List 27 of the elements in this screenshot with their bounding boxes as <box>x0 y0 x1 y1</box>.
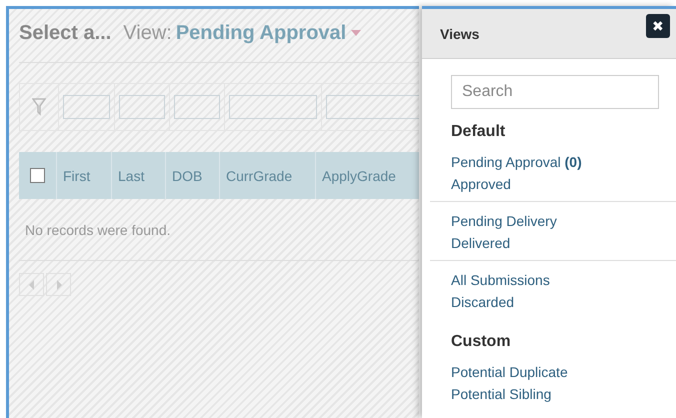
view-link[interactable]: Approved <box>451 173 676 195</box>
select-all-checkbox[interactable] <box>30 168 45 183</box>
empty-message: No records were found. <box>25 222 172 238</box>
caret-icon[interactable] <box>350 29 362 37</box>
filter-field[interactable] <box>229 95 317 119</box>
view-link[interactable]: Pending Approval (0) <box>451 151 676 173</box>
filter-field[interactable] <box>119 95 165 119</box>
view-label: View: <box>123 22 172 44</box>
filter-field[interactable] <box>174 95 220 119</box>
view-link[interactable]: All Submissions <box>451 269 676 291</box>
left-arrow-icon[interactable] <box>28 280 34 290</box>
section-heading: Custom <box>451 333 512 351</box>
section-heading: Default <box>451 123 506 141</box>
view-link[interactable]: Delivered <box>451 232 676 254</box>
page-title: Select a... <box>19 22 112 44</box>
view-link[interactable]: Potential Sibling <box>451 383 676 405</box>
view-link[interactable]: Discarded <box>451 291 676 313</box>
close-button[interactable]: ✖ <box>646 14 670 38</box>
next-page-button[interactable] <box>46 273 71 296</box>
view-link[interactable]: Potential Duplicate <box>451 361 676 383</box>
filter-icon[interactable] <box>32 98 46 116</box>
panel-title: Views <box>440 26 480 42</box>
search-field[interactable]: Search <box>451 75 659 109</box>
previous-page-button[interactable] <box>19 273 44 296</box>
filter-field[interactable] <box>63 95 110 119</box>
view-link[interactable]: Pending Delivery <box>451 210 676 232</box>
right-arrow-icon[interactable] <box>56 280 62 290</box>
